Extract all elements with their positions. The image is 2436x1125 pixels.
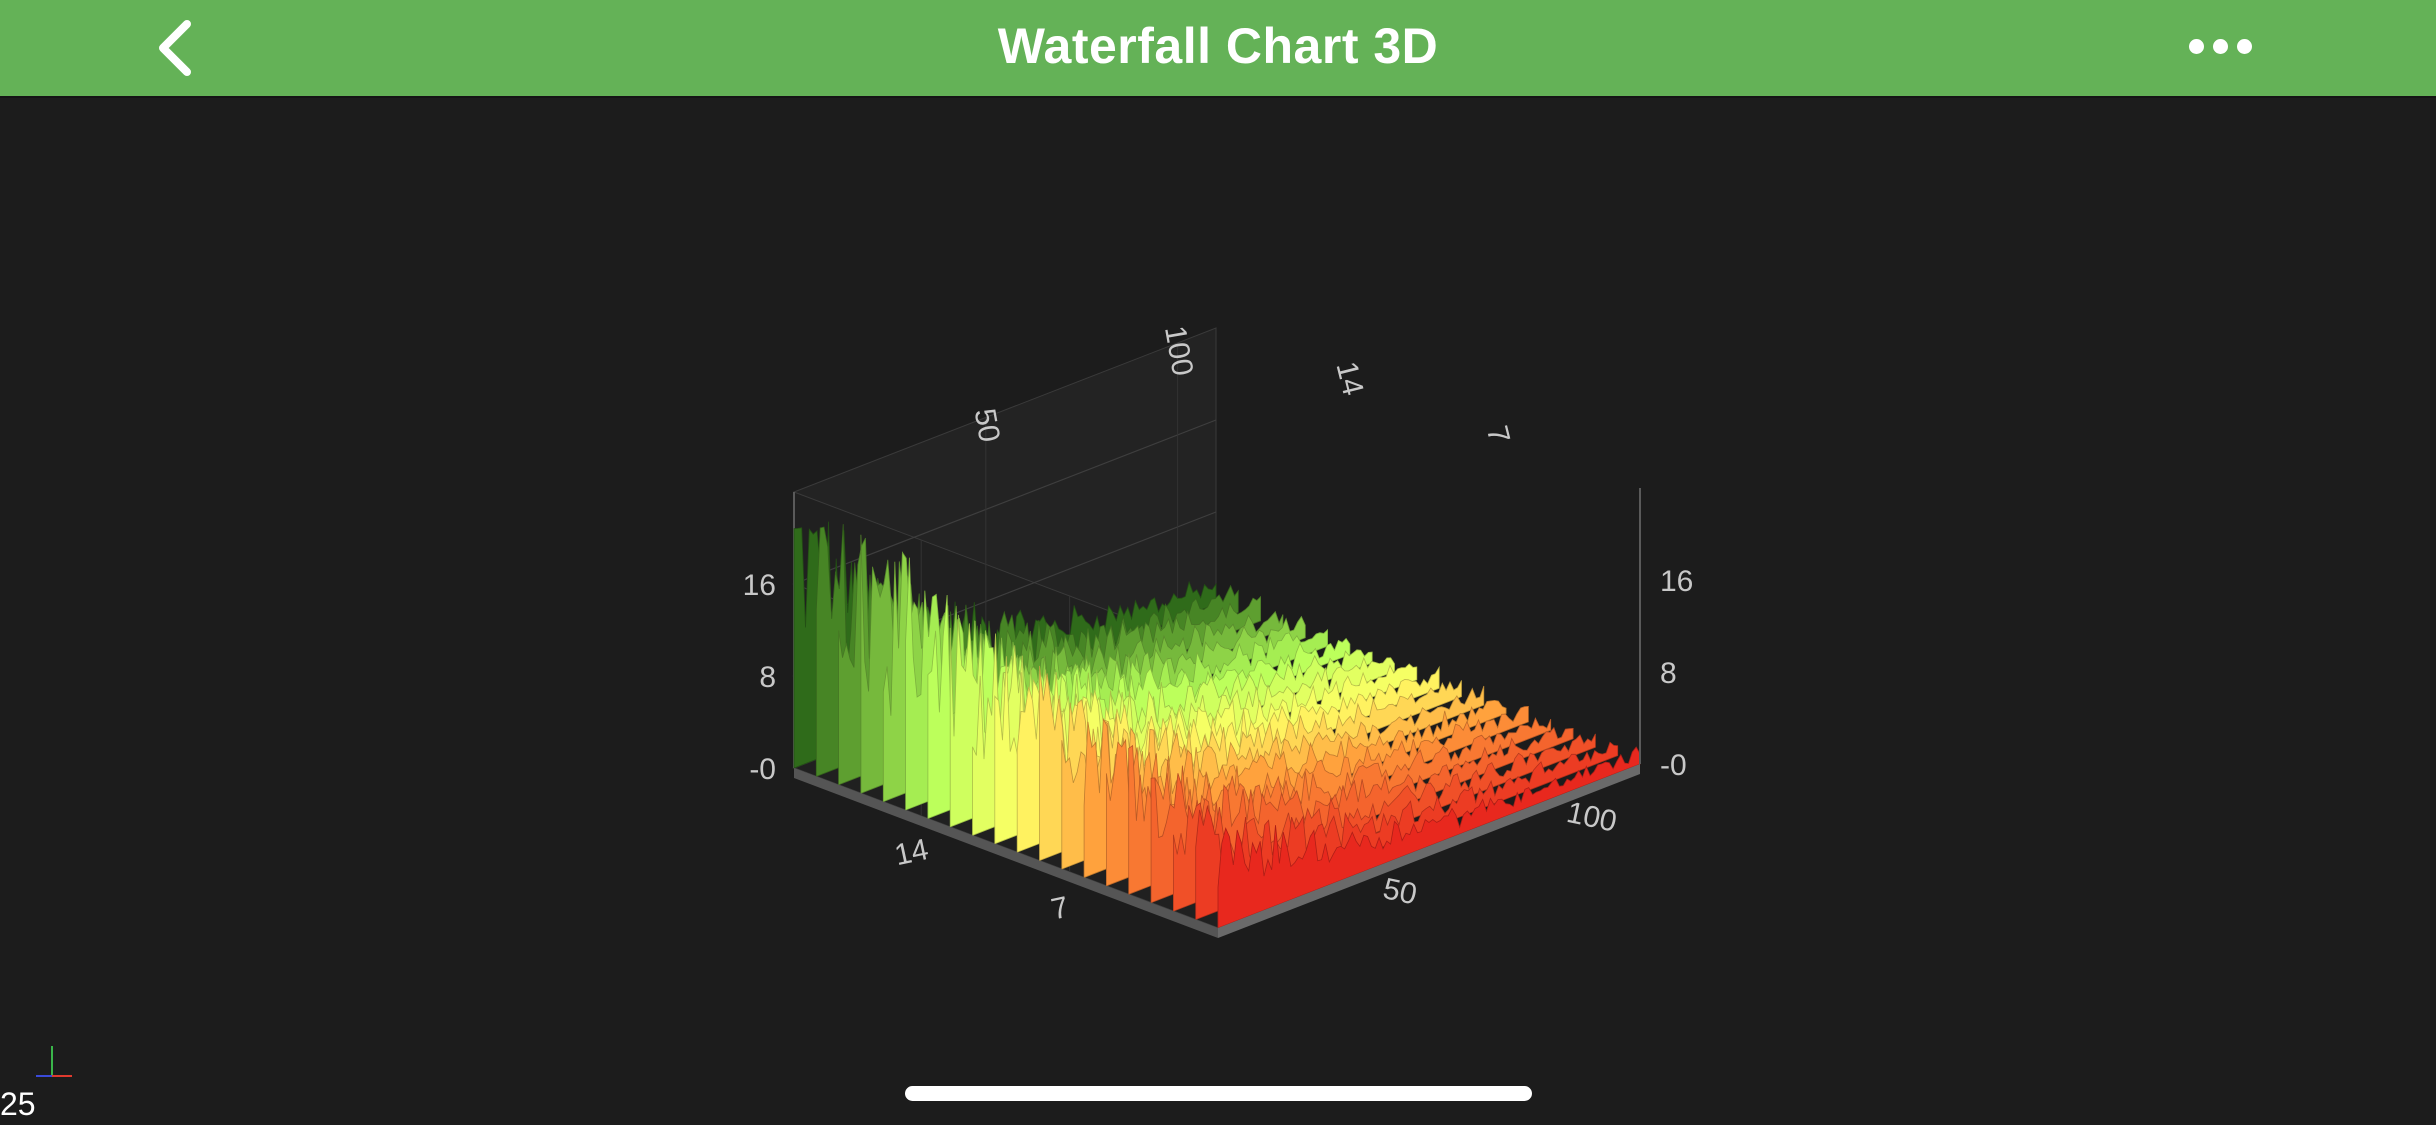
y-tick-label-right: 8: [1660, 657, 1677, 690]
fps-counter: 25: [0, 1086, 36, 1122]
y-tick-label-left: 8: [759, 661, 776, 694]
y-tick-label-left: -0: [749, 753, 776, 786]
y-tick-label-right: 16: [1660, 565, 1693, 598]
axis-orientation-icon: [36, 1046, 72, 1077]
y-tick-label-left: 16: [743, 569, 776, 602]
x-tick-label-floor: 100: [1564, 796, 1620, 839]
x-tick-label-floor: 50: [1380, 872, 1420, 911]
waterfall-chart-3d[interactable]: -0 -08 816 165050100100141477: [0, 0, 2436, 1125]
z-tick-label-top: 7: [1480, 422, 1516, 446]
home-indicator[interactable]: [905, 1086, 1532, 1101]
z-tick-label-floor: 7: [1048, 891, 1071, 927]
x-tick-label-top: 50: [968, 406, 1006, 445]
z-tick-label-top: 14: [1329, 358, 1369, 398]
y-tick-label-right: -0: [1660, 749, 1687, 782]
z-tick-label-floor: 14: [892, 833, 932, 872]
